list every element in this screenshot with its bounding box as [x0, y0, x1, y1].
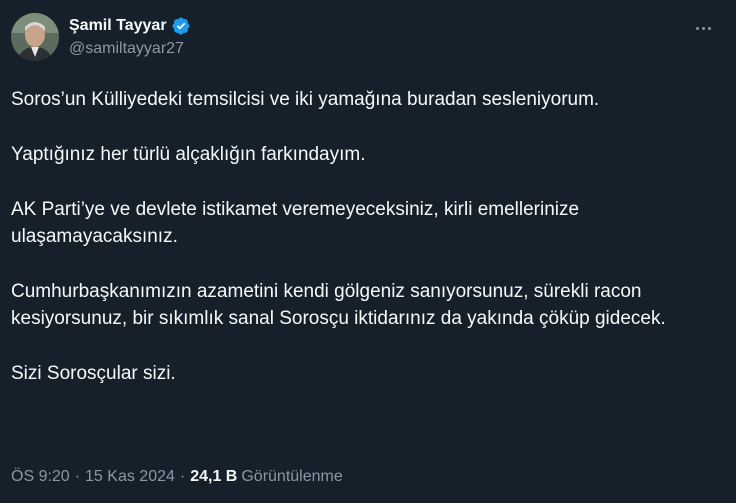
author-display-name[interactable]: Şamil Tayyar — [69, 17, 167, 35]
tweet-text: Soros’un Külliyedeki temsilcisi ve iki y… — [11, 86, 711, 415]
verified-badge-icon[interactable] — [171, 16, 191, 36]
views-count[interactable]: 24,1 B — [190, 468, 237, 486]
tweet-card: Şamil Tayyar @samiltayyar27 Soros’un Kül… — [0, 0, 736, 503]
tweet-paragraph: Cumhurbaşkanımızın azametini kendi gölge… — [11, 281, 666, 329]
tweet-date[interactable]: 15 Kas 2024 — [85, 468, 175, 486]
author-handle[interactable]: @samiltayyar27 — [69, 40, 191, 58]
tweet-paragraph: Yaptığınız her türlü alçaklığın farkında… — [11, 144, 366, 165]
more-options-icon — [695, 26, 699, 30]
tweet-paragraph: Soros’un Külliyedeki temsilcisi ve iki y… — [11, 89, 600, 110]
tweet-time[interactable]: ÖS 9:20 — [11, 468, 70, 486]
more-options-icon — [707, 26, 711, 30]
meta-separator: · — [74, 468, 81, 485]
avatar-photo — [11, 13, 59, 61]
name-row: Şamil Tayyar — [69, 15, 191, 37]
tweet-metadata: ÖS 9:20 · 15 Kas 2024 · 24,1 B Görüntüle… — [11, 468, 343, 486]
author-avatar[interactable] — [11, 13, 59, 61]
meta-separator: · — [179, 468, 186, 485]
tweet-paragraph: Sizi Sorosçular sizi. — [11, 363, 176, 384]
views-label: Görüntülenme — [241, 468, 343, 485]
more-options-button[interactable] — [690, 18, 716, 38]
author-info: Şamil Tayyar @samiltayyar27 — [69, 15, 191, 58]
tweet-paragraph: AK Parti’ye ve devlete istikamet veremey… — [11, 199, 580, 247]
more-options-icon — [701, 26, 705, 30]
